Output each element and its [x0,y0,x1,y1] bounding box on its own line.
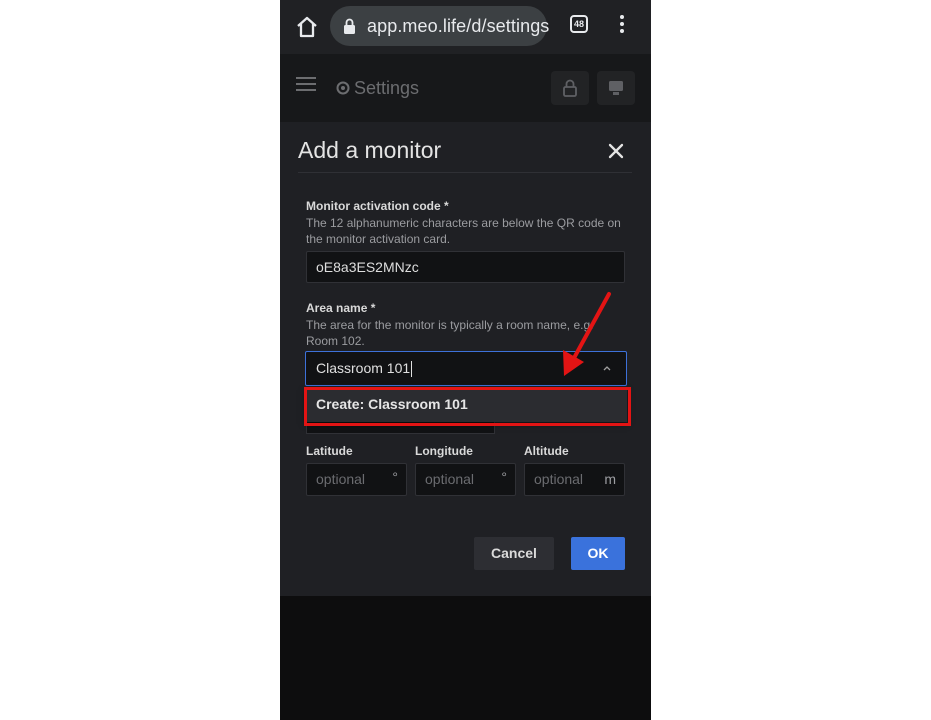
latitude-placeholder: optional [316,471,366,487]
page-title: Settings [354,78,420,98]
dialog-title: Add a monitor [298,137,442,163]
home-button[interactable] [293,13,321,41]
latitude-input[interactable]: optional ° [306,463,407,496]
lock-icon [344,18,355,34]
latitude-unit: ° [392,469,398,485]
dialog-divider [298,172,632,173]
more-options-icon[interactable] [612,15,632,39]
tab-switcher-button[interactable]: 48 [570,15,588,33]
area-dropdown: Create: Classroom 101 [305,388,627,422]
create-option[interactable]: Create: Classroom 101 [316,396,468,412]
lock-button[interactable] [551,71,589,105]
area-name-label: Area name * [306,301,376,315]
gear-icon [336,81,350,95]
home-icon [297,16,317,38]
altitude-placeholder: optional [534,471,584,487]
app-header: Settings [280,54,651,122]
altitude-input[interactable]: optional m [524,463,625,496]
monitor-icon [609,81,623,95]
latitude-label: Latitude [306,444,353,458]
longitude-label: Longitude [415,444,473,458]
ok-button[interactable]: OK [571,537,625,570]
altitude-unit: m [604,471,616,487]
text-caret [411,361,413,378]
activation-code-input[interactable]: oE8a3ES2MNzc [306,251,625,283]
cancel-button[interactable]: Cancel [474,537,554,570]
activation-code-label: Monitor activation code * [306,199,449,213]
address-bar[interactable]: app.meo.life/d/settings [330,6,550,46]
longitude-placeholder: optional [425,471,475,487]
menu-icon[interactable] [296,77,316,91]
monitor-button[interactable] [597,71,635,105]
chevron-up-icon[interactable] [602,365,612,371]
altitude-label: Altitude [524,444,569,458]
area-name-input[interactable]: Classroom 101 [305,351,627,386]
phone-screen: app.meo.life/d/settings 48 Settings Add … [280,0,651,720]
lock-icon [563,79,577,97]
activation-code-description: The 12 alphanumeric characters are below… [306,216,621,246]
url-text: app.meo.life/d/settings [367,16,550,36]
add-monitor-dialog: Add a monitor Monitor activation code * … [280,122,651,596]
page-background [280,596,651,720]
longitude-unit: ° [501,469,507,485]
close-icon[interactable] [606,141,626,161]
browser-toolbar: app.meo.life/d/settings 48 [280,0,651,54]
longitude-input[interactable]: optional ° [415,463,516,496]
area-name-value: Classroom 101 [316,360,411,376]
area-name-description: The area for the monitor is typically a … [306,318,594,348]
